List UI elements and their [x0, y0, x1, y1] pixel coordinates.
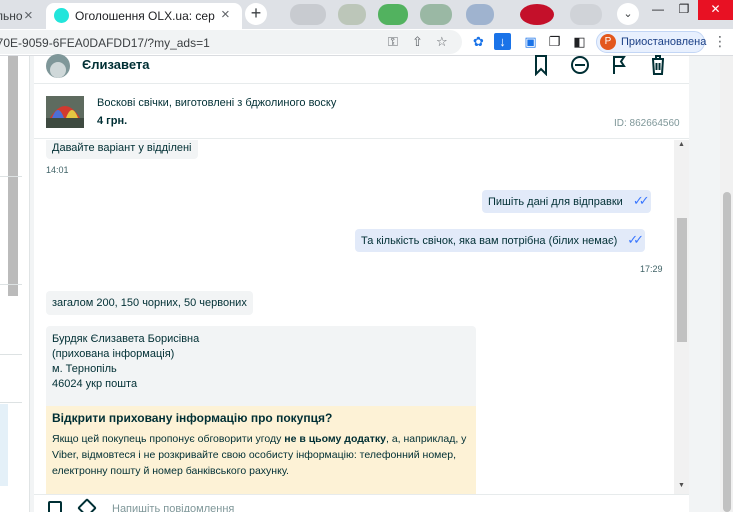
download-icon[interactable]: ↓	[494, 33, 511, 50]
chevron-down-icon[interactable]: ⌄	[617, 3, 639, 25]
message-input[interactable]: Напишіть повідомлення	[112, 503, 234, 512]
ad-price: 4 грн.	[97, 115, 128, 127]
blurred-tab[interactable]	[290, 4, 326, 25]
report-flag-icon[interactable]	[609, 54, 629, 76]
message-outgoing: Пишіть дані для відправки ✓✓	[482, 190, 651, 213]
tab-olx[interactable]: Оголошення OLX.ua: сервіс огол ×	[46, 3, 242, 29]
address-city: м. Тернопіль	[52, 363, 117, 375]
ad-thumbnail[interactable]	[46, 96, 84, 128]
blurred-tab[interactable]	[466, 4, 494, 25]
browser-toolbar: 470E-9059-6FEA0DAFDD17/?my_ads=1 ⚿ ⇧ ☆ ✿…	[0, 29, 733, 56]
ad-thumbnail-image	[46, 96, 84, 128]
message-text: Та кількість свічок, яка вам потрібна (б…	[361, 235, 618, 247]
menu-icon[interactable]: ⋮	[713, 33, 727, 50]
new-tab-button[interactable]: +	[245, 3, 267, 25]
address-bar[interactable]: 470E-9059-6FEA0DAFDD17/?my_ads=1 ⚿ ⇧ ☆	[0, 30, 462, 54]
chat-panel: Єлизавета Воскові свічки, виготовлені з …	[34, 54, 689, 512]
ad-title[interactable]: Воскові свічки, виготовлені з бджолиного…	[97, 97, 336, 109]
attach-image-icon[interactable]	[48, 501, 62, 512]
delete-icon[interactable]	[648, 54, 668, 76]
key-icon[interactable]: ⚿	[388, 34, 398, 50]
minimize-button[interactable]: —	[646, 0, 670, 20]
message-list: Давайте варіант у відділені 14:01 Пишіть…	[34, 140, 674, 494]
profile-status: Приостановлена	[621, 36, 707, 48]
avatar: P	[600, 34, 616, 50]
extension-translate-icon[interactable]: ✿	[470, 33, 487, 50]
privacy-warning: Відкрити приховану інформацію про покупц…	[46, 406, 476, 494]
share-icon[interactable]: ⇧	[412, 34, 423, 50]
message-incoming: загалом 200, 150 чорних, 50 червоних	[46, 291, 253, 315]
message-time: 14:01	[46, 165, 69, 175]
url-text[interactable]: 470E-9059-6FEA0DAFDD17/?my_ads=1	[0, 36, 210, 50]
chat-scrollbar-thumb[interactable]	[677, 218, 687, 342]
page-scrollbar-thumb[interactable]	[723, 192, 731, 512]
tab-strip: льно × Оголошення OLX.ua: сервіс огол × …	[0, 0, 733, 29]
side-panel-icon[interactable]: ◧	[571, 33, 588, 50]
message-text: Давайте варіант у відділені	[52, 142, 192, 154]
avatar[interactable]	[46, 54, 70, 78]
close-icon[interactable]: ×	[221, 6, 230, 23]
compose-bar: Напишіть повідомлення	[34, 494, 689, 512]
window-close-button[interactable]: ✕	[698, 0, 733, 20]
read-receipt-icon: ✓✓	[627, 232, 644, 247]
divider	[0, 176, 22, 177]
profile-button[interactable]: P Приостановлена	[596, 31, 707, 53]
blurred-tab[interactable]	[570, 4, 602, 25]
ad-summary[interactable]: Воскові свічки, виготовлені з бджолиного…	[34, 84, 689, 139]
blurred-tab[interactable]	[520, 4, 554, 25]
address-postal: 46024 укр пошта	[52, 378, 138, 390]
template-icon[interactable]	[77, 498, 97, 512]
message-time: 17:29	[640, 264, 663, 274]
conversation-selected[interactable]	[0, 404, 8, 486]
restore-button[interactable]: ❐	[672, 0, 696, 20]
tab-previous-title: льно	[0, 9, 23, 23]
blurred-tab[interactable]	[378, 4, 408, 25]
warning-text-start: Якщо цей покупець пропонує обговорити уг…	[52, 433, 285, 445]
message-text: Пишіть дані для відправки	[488, 196, 623, 208]
scroll-down-icon[interactable]: ▼	[678, 482, 685, 489]
scroll-up-icon[interactable]: ▲	[678, 141, 685, 148]
warning-text-bold: не в цьому додатку	[284, 433, 386, 445]
star-icon[interactable]: ☆	[436, 34, 448, 50]
divider	[0, 402, 22, 403]
close-icon[interactable]: ×	[24, 7, 33, 24]
tab-previous[interactable]: льно ×	[0, 4, 46, 29]
blurred-tab[interactable]	[420, 4, 452, 25]
conversation-list	[0, 56, 30, 512]
extension-screenshot-icon[interactable]: ▣	[522, 33, 539, 50]
olx-favicon-icon	[54, 8, 69, 23]
extensions-puzzle-icon[interactable]: ❐	[546, 33, 563, 50]
message-outgoing: Та кількість свічок, яка вам потрібна (б…	[355, 229, 646, 252]
ad-id: ID: 862664560	[614, 118, 680, 129]
divider	[0, 284, 22, 285]
divider	[0, 354, 22, 355]
contact-name[interactable]: Єлизавета	[82, 57, 150, 72]
message-text: загалом 200, 150 чорних, 50 червоних	[52, 297, 247, 309]
block-icon[interactable]	[570, 54, 590, 76]
read-receipt-icon: ✓✓	[632, 193, 650, 208]
address-hidden: (прихована інформація)	[52, 348, 175, 360]
tab-olx-title: Оголошення OLX.ua: сервіс огол	[75, 9, 215, 23]
warning-title: Відкрити приховану інформацію про покупц…	[52, 411, 333, 425]
address-name: Бурдяк Єлизавета Борисівна	[52, 333, 200, 345]
blurred-tab[interactable]	[338, 4, 366, 25]
warning-text: Якщо цей покупець пропонує обговорити уг…	[52, 431, 470, 479]
bookmark-icon[interactable]	[531, 54, 551, 76]
message-incoming: Давайте варіант у відділені	[46, 140, 198, 159]
chat-header: Єлизавета	[34, 54, 689, 84]
